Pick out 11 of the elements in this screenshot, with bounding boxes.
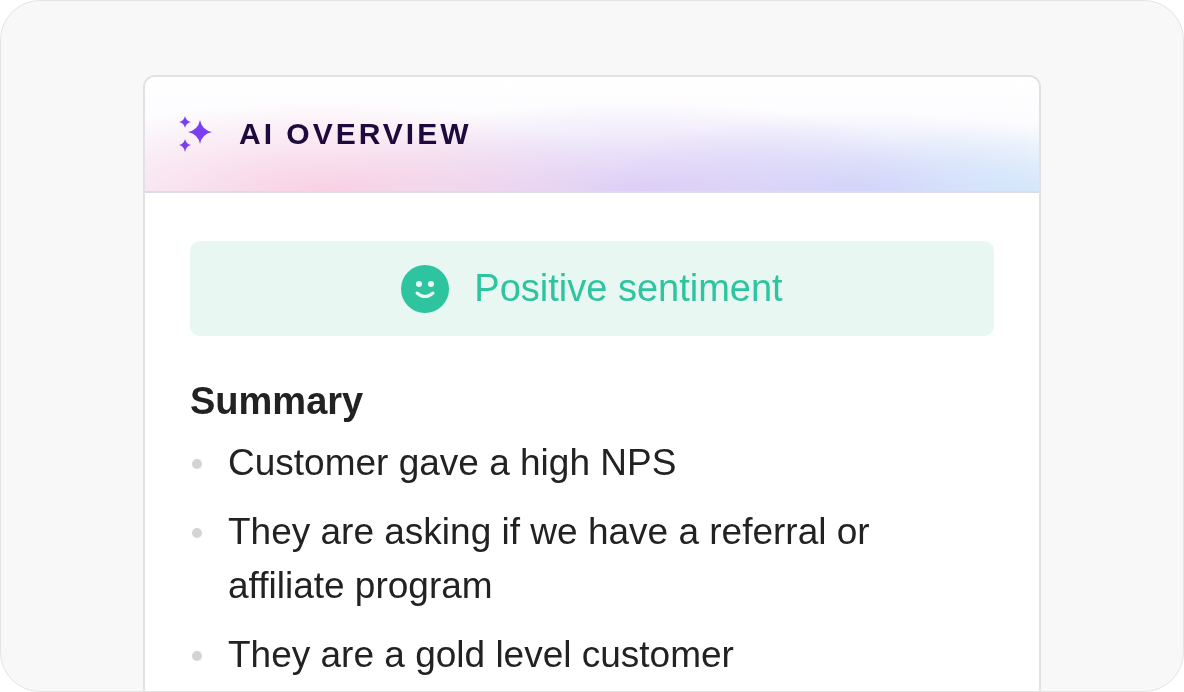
summary-item: They are a gold level customer — [228, 633, 735, 677]
sentiment-label: Positive sentiment — [474, 267, 783, 310]
summary-item: They are asking if we have a referral or affiliate program — [228, 510, 871, 608]
summary-heading: Summary — [190, 380, 365, 423]
bullet-dot — [192, 651, 202, 661]
panel-title: AI OVERVIEW — [239, 117, 472, 151]
bullet-dot — [192, 528, 202, 538]
smiley-icon — [401, 264, 450, 313]
summary-item: Customer gave a high NPS — [228, 441, 678, 485]
sparkles-icon — [178, 116, 214, 152]
bullet-dot — [192, 459, 202, 469]
